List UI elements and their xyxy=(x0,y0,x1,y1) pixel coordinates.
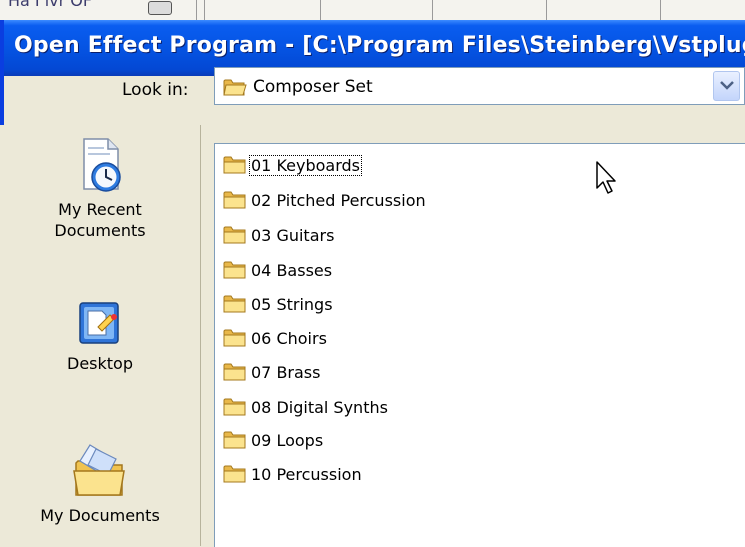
desktop-icon xyxy=(0,297,200,353)
file-name: 09 Loops xyxy=(251,430,324,450)
places-bar: My Recent Documents Desktop My Documents xyxy=(0,125,201,546)
file-list[interactable]: 01 Keyboards 02 Pitched Percussion 03 Gu… xyxy=(214,143,745,547)
file-name: 03 Guitars xyxy=(251,225,335,245)
file-name: 10 Percussion xyxy=(251,464,362,484)
background-grid-line xyxy=(196,0,197,20)
look-in-label: Look in: xyxy=(122,80,189,100)
background-window-text: Ha I ivr OF xyxy=(8,0,93,10)
list-item[interactable]: 10 Percussion xyxy=(223,462,364,486)
chevron-down-icon xyxy=(720,81,734,90)
look-in-dropdown-button[interactable] xyxy=(713,71,740,101)
background-grid-line xyxy=(660,0,661,20)
file-name: 08 Digital Synths xyxy=(251,397,388,417)
background-grid-line xyxy=(204,0,205,20)
list-item[interactable]: 05 Strings xyxy=(223,292,335,316)
folder-icon xyxy=(223,431,246,449)
file-name: 04 Basses xyxy=(251,260,333,280)
look-in-value: Composer Set xyxy=(253,77,373,97)
recent-documents-icon xyxy=(0,135,200,199)
folder-icon xyxy=(223,191,246,209)
place-label: My Documents xyxy=(40,506,160,525)
folder-icon xyxy=(223,398,246,416)
list-item[interactable]: 03 Guitars xyxy=(223,223,336,247)
place-my-documents[interactable]: My Documents xyxy=(0,441,200,526)
dialog-title: Open Effect Program - [C:\Program Files\… xyxy=(14,33,745,58)
folder-icon xyxy=(223,465,246,483)
folder-icon xyxy=(223,329,246,347)
background-grid-line xyxy=(546,0,547,20)
list-item[interactable]: 09 Loops xyxy=(223,428,325,452)
place-label: Documents xyxy=(54,221,146,240)
file-name: 02 Pitched Percussion xyxy=(251,190,426,210)
list-item[interactable]: 01 Keyboards xyxy=(223,153,362,177)
list-item[interactable]: 02 Pitched Percussion xyxy=(223,188,428,212)
list-item[interactable]: 08 Digital Synths xyxy=(223,395,390,419)
folder-icon xyxy=(223,295,246,313)
place-label: My Recent xyxy=(58,200,142,219)
look-in-dropdown[interactable]: Composer Set xyxy=(214,67,745,105)
list-item[interactable]: 07 Brass xyxy=(223,360,322,384)
folder-open-icon xyxy=(223,77,247,101)
file-name: 01 Keyboards xyxy=(249,154,362,176)
folder-icon xyxy=(223,261,246,279)
place-my-recent-documents[interactable]: My Recent Documents xyxy=(0,135,200,241)
background-window-strip: Ha I ivr OF xyxy=(0,0,745,21)
folder-icon xyxy=(223,363,246,381)
list-item[interactable]: 04 Basses xyxy=(223,258,334,282)
list-item[interactable]: 06 Choirs xyxy=(223,326,329,350)
folder-icon xyxy=(223,226,246,244)
background-window-button xyxy=(148,1,172,15)
background-grid-line xyxy=(432,0,433,20)
file-name: 06 Choirs xyxy=(251,328,327,348)
my-documents-icon xyxy=(0,441,200,505)
place-label: Desktop xyxy=(67,354,133,373)
place-desktop[interactable]: Desktop xyxy=(0,297,200,374)
folder-icon xyxy=(223,156,246,174)
file-name: 07 Brass xyxy=(251,362,321,382)
background-grid-line xyxy=(320,0,321,20)
mouse-pointer-icon xyxy=(596,161,616,194)
file-name: 05 Strings xyxy=(251,294,333,314)
